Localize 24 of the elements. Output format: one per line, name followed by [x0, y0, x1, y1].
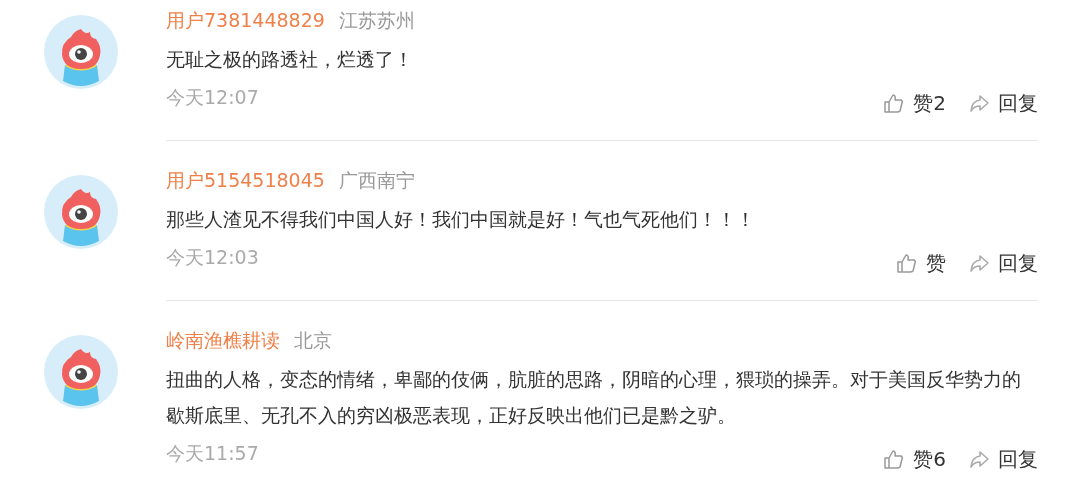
user-location: 江苏苏州 — [338, 8, 415, 32]
like-button[interactable]: 赞6 — [883, 447, 946, 471]
user-location: 北京 — [294, 328, 332, 352]
comment-time: 今天12:07 — [166, 85, 259, 109]
thumbs-up-icon — [883, 92, 906, 114]
reply-button[interactable]: 回复 — [968, 251, 1038, 275]
avatar-icon — [44, 15, 118, 89]
reply-button[interactable]: 回复 — [968, 91, 1038, 115]
comment-text: 扭曲的人格，变态的情绪，卑鄙的伎俩，肮脏的思路，阴暗的心理，猥琐的操弄。对于美国反华势力的歇斯底里、无孔不入的穷凶极恶表现，正好反映出他们已是黔之驴。 — [166, 367, 1022, 428]
thumbs-up-icon — [896, 252, 918, 274]
share-arrow-icon — [968, 252, 990, 274]
comment-time: 今天12:03 — [166, 245, 259, 269]
thumbs-up-icon — [883, 448, 906, 470]
avatar-icon — [44, 335, 118, 409]
avatar-icon — [44, 175, 118, 249]
like-button[interactable]: 赞2 — [883, 91, 946, 115]
share-arrow-icon — [968, 448, 990, 470]
comment-text: 无耻之极的路透社，烂透了！ — [166, 47, 414, 72]
user-location: 广西南宁 — [338, 168, 415, 192]
comment-text: 那些人渣见不得我们中国人好！我们中国就是好！气也气死他们！！！ — [166, 207, 756, 232]
reply-button[interactable]: 回复 — [968, 447, 1038, 471]
comment-time: 今天11:57 — [166, 441, 259, 465]
share-arrow-icon — [968, 92, 990, 114]
like-button[interactable]: 赞 — [896, 251, 946, 275]
